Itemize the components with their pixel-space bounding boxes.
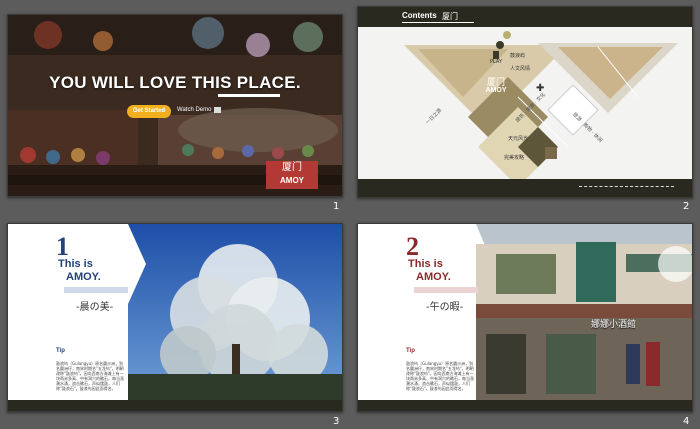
heading-line-2: AMOY. [416, 271, 451, 283]
person-icon [496, 41, 504, 49]
play-icon[interactable] [214, 107, 221, 113]
description-paragraph: 鼓浪屿（Gulangyu）原名圆沙洲，别名圆洲仔，南宋时期名"五龙屿"，明朝改称… [56, 361, 124, 391]
shop-sign: 娜娜小酒館 [591, 320, 637, 330]
tip-label: Tip [56, 348, 65, 354]
slide-subtitle: -午の暇- [426, 302, 464, 313]
bottom-bar [358, 179, 692, 197]
description-paragraph: 鼓浪屿（Gulangyu）原名圆沙洲，别名圆洲仔，南宋时期名"五龙屿"，明朝改称… [406, 361, 474, 391]
bottom-bar [358, 400, 692, 411]
slide-number-4: 4 [683, 416, 690, 427]
slide-thumbnail-3[interactable]: 1 This is AMOY. -晨の美- Tip 鼓浪屿（Gulangyu）原… [7, 223, 343, 412]
slide-thumbnail-1[interactable]: YOU WILL LOVE THIS PLACE. Get Started Wa… [7, 14, 343, 197]
center-en: AMOY [485, 87, 507, 94]
headline-underline [218, 94, 280, 97]
play-label: PLAY [490, 59, 503, 65]
heading-line-1: This is [58, 258, 93, 270]
watch-demo-link[interactable]: Watch Demo [177, 107, 211, 113]
slide-number-1: 1 [333, 201, 340, 212]
arrow-line [579, 186, 674, 187]
thumb-icon [545, 147, 557, 159]
label-culture: 人文风情 [510, 66, 531, 72]
heading-line-1: This is [408, 258, 443, 270]
slide-subtitle: -晨の美- [76, 302, 114, 313]
slide-number-3: 3 [333, 416, 340, 427]
label-guide: 完美攻略 [504, 155, 525, 161]
bottom-bar [8, 400, 342, 411]
badge-chinese: 厦门 [282, 162, 302, 173]
slide-thumbnail-4[interactable]: 娜娜小酒館 2 This is AMOY. -午の暇- Tip 鼓浪屿（Gula… [357, 223, 693, 412]
slide-number-2: 2 [683, 201, 690, 212]
slide-headline: YOU WILL LOVE THIS PLACE. [49, 73, 301, 92]
get-started-button[interactable]: Get Started [127, 105, 171, 118]
label-scenery: 天元风光 [508, 136, 529, 142]
tree-photo [128, 224, 342, 400]
contents-diagram: ✚ [404, 31, 678, 187]
label-gulangyu: 鼓浪屿 [510, 53, 526, 59]
heading-divider [64, 287, 128, 293]
heading-line-2: AMOY. [66, 271, 101, 283]
street-photo [476, 224, 692, 400]
amoy-badge: 厦门 AMOY [266, 161, 318, 189]
tip-label: Tip [406, 348, 415, 354]
play-icon [493, 51, 499, 59]
heading-divider [414, 287, 478, 293]
slide-thumbnail-2[interactable]: Contents 厦门 ✚ PLAY 厦门 AMOY 鼓浪屿 人文风情 天元风光… [357, 6, 693, 198]
badge-english: AMOY [280, 176, 304, 185]
